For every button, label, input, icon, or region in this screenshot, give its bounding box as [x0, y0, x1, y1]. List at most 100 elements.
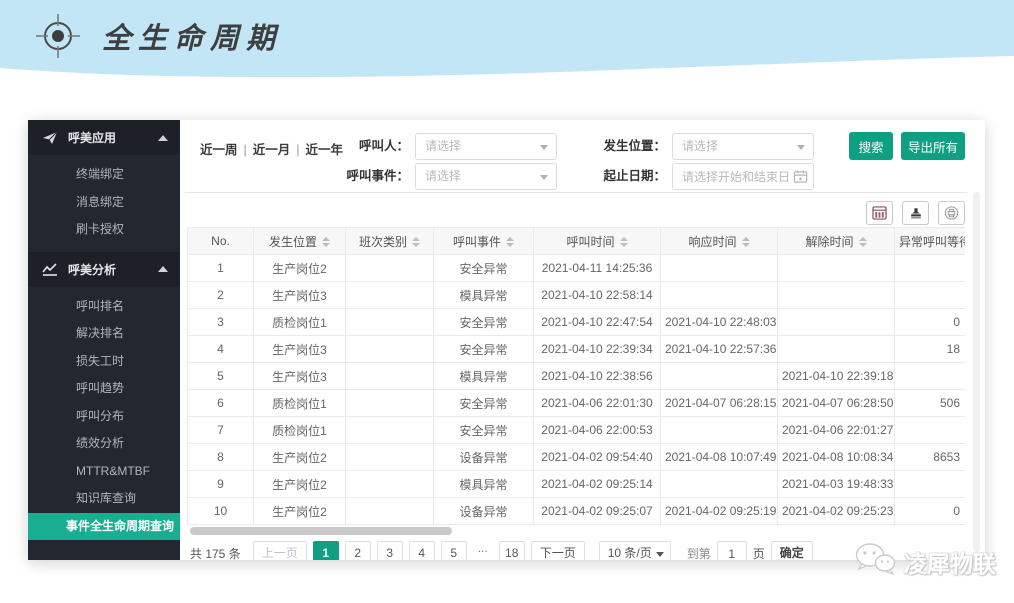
table-cell: [778, 309, 895, 336]
chevron-down-icon: [540, 175, 548, 180]
table-cell: 2021-04-10 22:38:56: [534, 363, 661, 390]
table-cell: [346, 363, 434, 390]
sidebar-item[interactable]: 终端绑定: [28, 161, 180, 189]
sort-icon[interactable]: [412, 237, 420, 247]
main-panel: 呼美应用终端绑定消息绑定刷卡授权呼美分析呼叫排名解决排名损失工时呼叫趋势呼叫分布…: [28, 120, 985, 560]
table-row: 5生产岗位3模具异常2021-04-10 22:38:562021-04-10 …: [188, 363, 966, 390]
table-cell: 生产岗位2: [254, 255, 346, 282]
page-button-18[interactable]: 18: [499, 541, 525, 560]
page-title: 全生命周期: [102, 15, 282, 57]
column-header-label: 呼叫时间: [566, 235, 614, 249]
column-header-3[interactable]: 呼叫事件: [434, 228, 534, 255]
table-row: 8生产岗位2设备异常2021-04-02 09:54:402021-04-08 …: [188, 444, 966, 471]
table-cell: 2021-04-07 06:28:50: [778, 390, 895, 417]
chevron-down-icon: [656, 552, 664, 557]
column-header-2[interactable]: 班次类别: [346, 228, 434, 255]
sort-icon[interactable]: [322, 237, 330, 247]
sidebar-item[interactable]: 呼叫排名: [28, 293, 180, 321]
sort-icon[interactable]: [742, 237, 750, 247]
table-cell: [661, 471, 778, 498]
horizontal-scrollbar-thumb[interactable]: [190, 527, 452, 535]
column-header-4[interactable]: 呼叫时间: [534, 228, 661, 255]
table-cell: 质检岗位1: [254, 417, 346, 444]
table-row: 10生产岗位2设备异常2021-04-02 09:25:072021-04-02…: [188, 498, 966, 525]
goto-page-input[interactable]: [717, 541, 747, 560]
table-cell: 0: [895, 309, 966, 336]
total-count: 共 175 条: [190, 545, 241, 560]
page-button-5[interactable]: 5: [441, 541, 467, 560]
table-cell: 1: [188, 255, 254, 282]
page-button-3[interactable]: 3: [377, 541, 403, 560]
sidebar-group-label: 呼美应用: [68, 129, 158, 146]
sort-icon[interactable]: [859, 237, 867, 247]
next-page-button[interactable]: 下一页: [531, 541, 585, 560]
page-number-list: 12345...18: [313, 541, 525, 560]
columns-icon[interactable]: [866, 201, 893, 225]
page-size-select[interactable]: 10 条/页: [599, 541, 671, 560]
sidebar-item[interactable]: 消息绑定: [28, 189, 180, 217]
sidebar-group-header-0[interactable]: 呼美应用: [28, 120, 180, 155]
table-cell: 2021-04-06 22:00:53: [534, 417, 661, 444]
sidebar-group-items-1: 呼叫排名解决排名损失工时呼叫趋势呼叫分布绩效分析MTTR&MTBF知识库查询事件…: [28, 287, 180, 549]
sidebar-item[interactable]: 绩效分析: [28, 430, 180, 458]
vertical-scrollbar[interactable]: [973, 192, 980, 552]
content-area: 近一周|近一月|近一年 呼叫人： 请选择 发生位置： 请选择 呼叫事件： 请选择…: [180, 120, 985, 560]
sidebar-item[interactable]: 事件全生命周期查询: [28, 513, 180, 541]
quick-range-separator: |: [244, 143, 247, 157]
sidebar-item[interactable]: 损失工时: [28, 348, 180, 376]
quick-range-1[interactable]: 近一月: [253, 143, 291, 157]
table-cell: [661, 255, 778, 282]
column-header-6[interactable]: 解除时间: [778, 228, 895, 255]
table-row: 1生产岗位2安全异常2021-04-11 14:25:36: [188, 255, 966, 282]
date-range-label: 起止日期：: [590, 163, 666, 190]
sidebar-item[interactable]: MTTR&MTBF: [28, 458, 180, 486]
goto-prefix-label: 到第: [687, 545, 711, 560]
confirm-button[interactable]: 确定: [771, 541, 813, 560]
table-cell: [346, 444, 434, 471]
sidebar-item[interactable]: 呼叫趋势: [28, 375, 180, 403]
calendar-icon[interactable]: [793, 169, 808, 184]
sidebar-item[interactable]: 呼叫分布: [28, 403, 180, 431]
sidebar-item[interactable]: 解决排名: [28, 320, 180, 348]
goto-suffix-label: 页: [753, 545, 765, 560]
table-cell: [346, 309, 434, 336]
search-button[interactable]: 搜索: [849, 132, 893, 160]
sidebar-item[interactable]: 刷卡授权: [28, 216, 180, 244]
table-cell: 模具异常: [434, 471, 534, 498]
chevron-down-icon: [797, 145, 805, 150]
table-cell: 2021-04-02 09:25:19: [661, 498, 778, 525]
sidebar-group-header-1[interactable]: 呼美分析: [28, 252, 180, 287]
column-header-1[interactable]: 发生位置: [254, 228, 346, 255]
table-row: 2生产岗位3模具异常2021-04-10 22:58:14: [188, 282, 966, 309]
page-button-4[interactable]: 4: [409, 541, 435, 560]
table-cell: 4: [188, 336, 254, 363]
column-header-5[interactable]: 响应时间: [661, 228, 778, 255]
table-cell: [661, 417, 778, 444]
table-cell: 2021-04-10 22:48:03: [661, 309, 778, 336]
location-select[interactable]: 请选择: [672, 133, 814, 160]
table-row: 4生产岗位3安全异常2021-04-10 22:39:342021-04-10 …: [188, 336, 966, 363]
table-cell: 2021-04-03 19:48:33: [778, 471, 895, 498]
call-event-select[interactable]: 请选择: [415, 163, 557, 190]
quick-range-0[interactable]: 近一周: [200, 143, 238, 157]
stamp-icon[interactable]: [902, 201, 929, 225]
page-button-1[interactable]: 1: [313, 541, 339, 560]
export-all-button[interactable]: 导出所有: [901, 132, 965, 160]
column-header-7[interactable]: 异常呼叫等待时间: [895, 228, 966, 255]
prev-page-button[interactable]: 上一页: [253, 541, 307, 560]
table-cell: 安全异常: [434, 255, 534, 282]
table-cell: 质检岗位1: [254, 309, 346, 336]
column-header-label: 呼叫事件: [453, 235, 501, 249]
table-cell: 模具异常: [434, 363, 534, 390]
page-button-2[interactable]: 2: [345, 541, 371, 560]
printer-icon[interactable]: [938, 201, 965, 225]
events-table-wrap: No.发生位置班次类别呼叫事件呼叫时间响应时间解除时间异常呼叫等待时间 1生产岗…: [187, 227, 965, 525]
sort-icon[interactable]: [620, 237, 628, 247]
table-cell: [895, 417, 966, 444]
table-cell: 2021-04-06 22:01:27: [778, 417, 895, 444]
sidebar-item[interactable]: 知识库查询: [28, 485, 180, 513]
table-cell: 2021-04-06 22:01:30: [534, 390, 661, 417]
sort-icon[interactable]: [506, 237, 514, 247]
table-cell: [346, 417, 434, 444]
caller-select[interactable]: 请选择: [415, 133, 557, 160]
